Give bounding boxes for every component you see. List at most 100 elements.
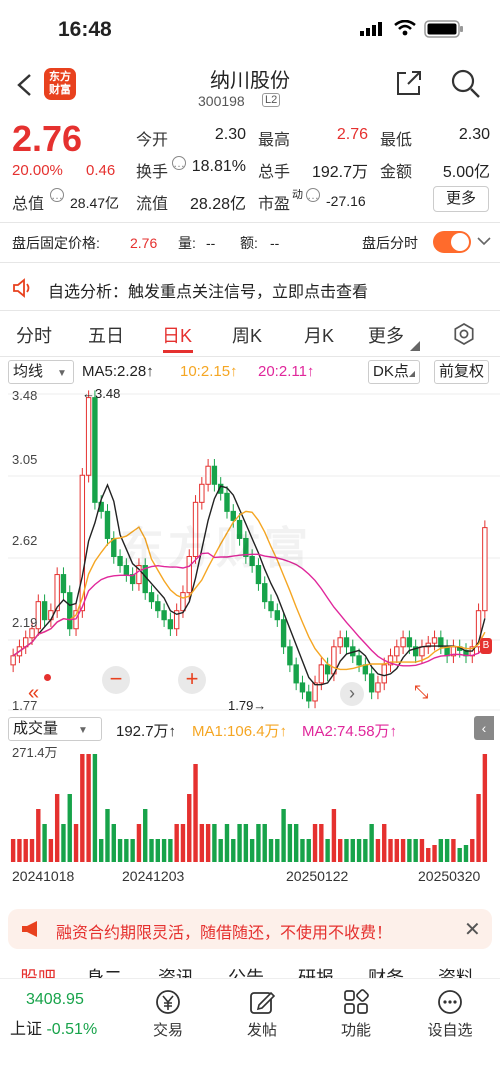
volume-ma2: MA2:74.58万↑	[302, 723, 398, 740]
volume-bar	[218, 839, 223, 862]
zoom-in-button[interactable]: +	[178, 666, 206, 694]
mktcap-label: 总值	[12, 196, 45, 213]
change-pct: 20.00%	[12, 162, 63, 179]
info-icon[interactable]: …	[172, 156, 186, 170]
index-ticker[interactable]: 3408.95 上证 -0.51%	[10, 991, 120, 1039]
trade-button[interactable]: 交易	[138, 989, 198, 1040]
volume-bar	[17, 839, 22, 862]
volume-ma1: MA1:106.4万↑	[192, 723, 288, 740]
volume-bar	[29, 839, 35, 862]
volume-indicator-select[interactable]: 成交量 ▼	[8, 717, 102, 741]
volume-bar	[42, 824, 47, 862]
date-label: 20250320	[418, 868, 481, 884]
rewind-icon[interactable]: «	[28, 682, 39, 705]
more-button[interactable]: 更多	[433, 186, 489, 212]
gear-icon[interactable]	[452, 322, 476, 351]
dot-icon	[44, 674, 51, 681]
chevron-down-icon[interactable]	[410, 338, 420, 356]
volume-bar	[457, 848, 462, 862]
candle-body	[211, 465, 218, 485]
volume-bar	[476, 794, 481, 862]
function-label: 功能	[340, 1022, 371, 1039]
post-button[interactable]: 发帖	[232, 989, 292, 1040]
tab-timeshare[interactable]: 分时	[16, 322, 52, 348]
stock-code: 300198	[198, 93, 245, 109]
analysis-notice[interactable]: 自选分析：触发重点关注信号，立即点击查看	[0, 268, 500, 308]
promo-banner[interactable]: 融资合约期限灵活，随借随还，不使用不收费！ ✕	[8, 909, 492, 949]
candle-body	[312, 682, 318, 702]
edit-icon	[250, 991, 275, 1014]
candle-body	[375, 682, 381, 693]
dk-select[interactable]: DK点◢	[368, 360, 420, 384]
tab-five-day[interactable]: 五日	[88, 322, 124, 348]
chevron-down-icon[interactable]	[476, 234, 492, 253]
volume-bar	[149, 839, 154, 862]
next-button[interactable]: ›	[340, 682, 364, 706]
tab-daily-k[interactable]: 日K	[162, 322, 192, 348]
feature-tab[interactable]: 公告	[228, 968, 264, 978]
add-watchlist-button[interactable]: 设自选	[420, 989, 480, 1040]
candle-body	[205, 465, 211, 485]
volume-bar	[275, 839, 280, 862]
feature-tab[interactable]: 资讯	[158, 968, 194, 978]
indicator-select[interactable]: 均线 ▼	[8, 360, 74, 384]
candle-body	[406, 637, 413, 648]
amount-label: 金额	[380, 164, 413, 181]
after-vol-label: 量:	[178, 235, 196, 251]
close-icon[interactable]: ✕	[464, 917, 481, 942]
volume-indicator-label: 成交量	[13, 720, 59, 737]
candle-body	[41, 601, 48, 621]
date-label: 20250122	[286, 868, 349, 884]
ma5-label: MA5:2.28↑	[82, 363, 154, 380]
index-value: 3408.95	[26, 991, 84, 1008]
candle-body	[343, 637, 350, 648]
info-icon[interactable]: …	[50, 188, 64, 202]
volume-bar	[306, 839, 311, 862]
tab-monthly-k[interactable]: 月K	[304, 322, 334, 348]
watermark: 东方财富	[120, 524, 312, 573]
volume-bar	[237, 824, 242, 862]
zoom-out-button[interactable]: −	[102, 666, 130, 694]
after-hours-timeshare[interactable]: 盘后分时	[362, 228, 418, 258]
volume-bar	[268, 839, 274, 862]
volume-bar	[312, 824, 318, 862]
after-hours-toggle[interactable]	[433, 231, 471, 253]
turnover-label: 换手	[136, 164, 169, 181]
axis-mid3-label: 2.19	[12, 615, 38, 630]
volume-bar	[262, 824, 267, 862]
collapse-icon[interactable]: ‹	[474, 716, 494, 740]
volume-bar	[161, 839, 167, 862]
bottom-bar: 3408.95 上证 -0.51% 交易 发帖 功能 设自选	[0, 978, 500, 1082]
info-icon[interactable]: …	[306, 188, 320, 202]
ma20-label: 20:2.11↑	[258, 363, 315, 380]
feature-tab[interactable]: 股吧	[20, 968, 56, 978]
tab-weekly-k[interactable]: 周K	[232, 322, 262, 348]
candle-body	[155, 601, 161, 612]
fullscreen-icon[interactable]: ⤡	[414, 682, 428, 703]
candle-body	[381, 664, 387, 684]
function-button[interactable]: 功能	[326, 989, 386, 1040]
volume-bar	[331, 809, 337, 862]
candle-body	[306, 691, 312, 702]
candle-body	[161, 610, 167, 621]
volume-chart[interactable]: 271.4万	[0, 742, 500, 868]
volume-bar	[432, 845, 437, 862]
feature-tab[interactable]: 财务	[368, 968, 404, 978]
volume-bar	[363, 839, 368, 862]
search-icon[interactable]	[450, 68, 482, 105]
share-icon[interactable]	[394, 68, 424, 103]
feature-tab[interactable]: 资料	[438, 968, 474, 978]
divider	[0, 356, 500, 357]
volume-bar	[23, 839, 28, 862]
volume-bar	[293, 824, 299, 862]
candle-body	[85, 397, 92, 476]
kline-chart[interactable]: 3.48 3.05 2.62 2.19 1.77 ←3.48 1.79→ 东方财…	[0, 386, 500, 716]
volume-bar	[174, 824, 179, 862]
feature-tab[interactable]: 研报	[298, 968, 334, 978]
volume-bar	[382, 824, 387, 862]
feature-tab[interactable]: 身二	[86, 968, 122, 978]
high-value: 2.76	[336, 126, 368, 143]
tab-more[interactable]: 更多	[368, 322, 404, 348]
adjust-select[interactable]: 前复权	[434, 360, 490, 384]
volume-bar	[325, 839, 330, 862]
